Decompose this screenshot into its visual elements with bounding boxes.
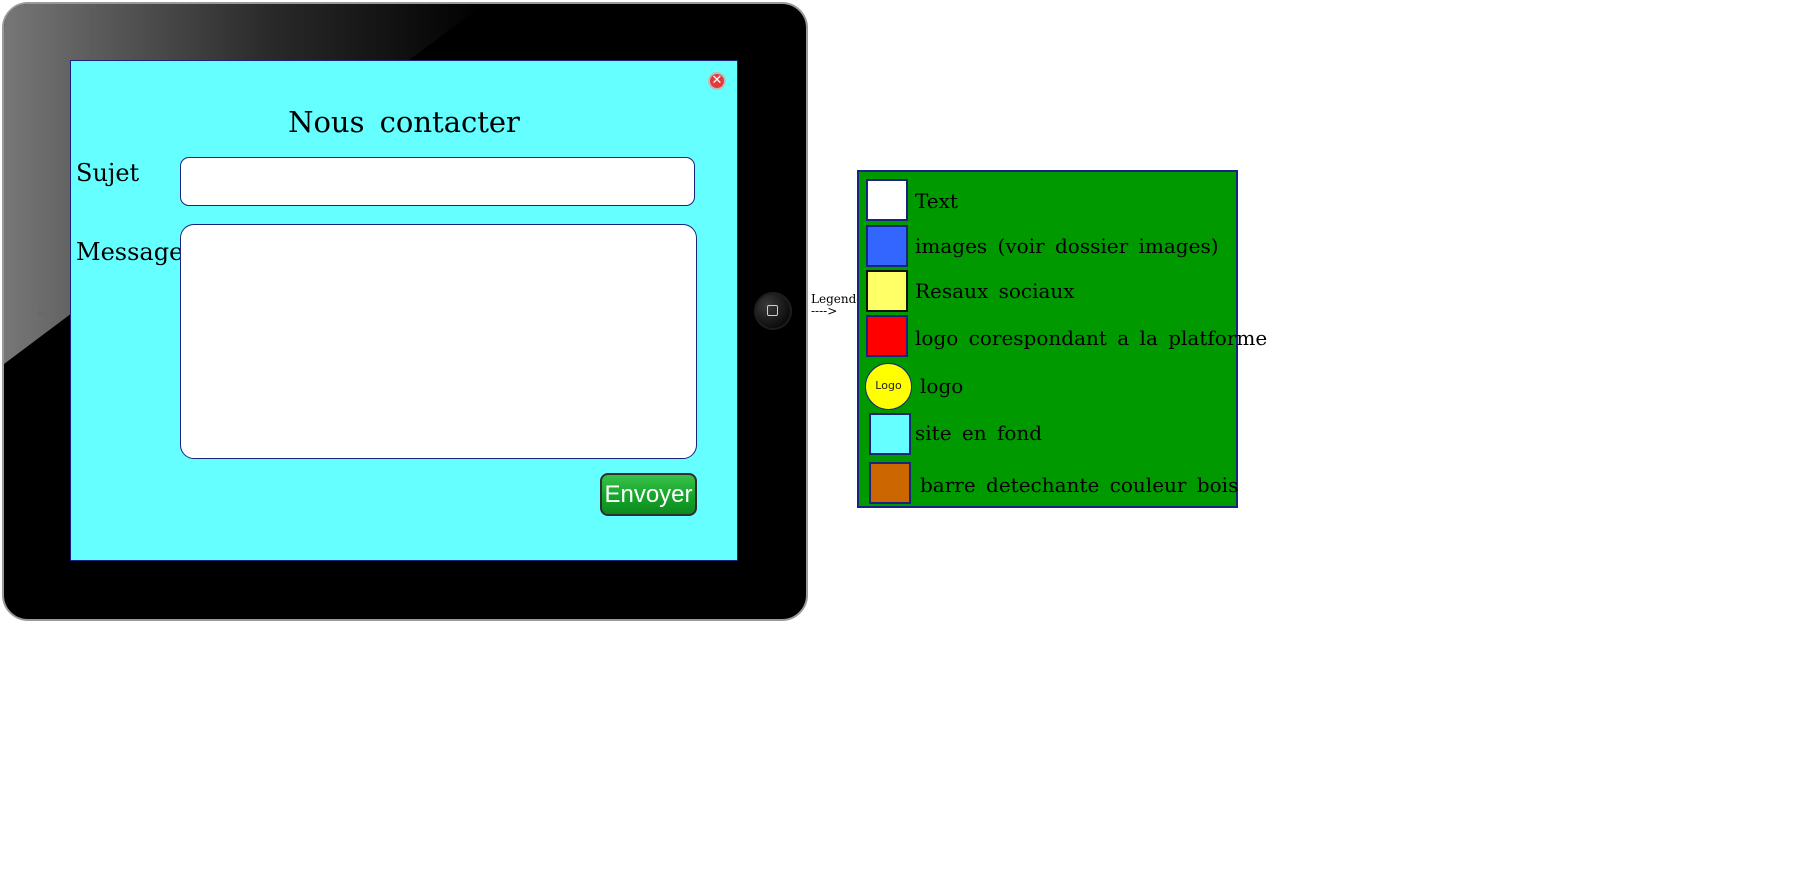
legend-swatch-text [866,179,908,221]
subject-label: Sujet [76,159,140,187]
home-button[interactable] [754,292,792,330]
legend-label-platform-logo: logo corespondant a la platforme [915,326,1268,350]
legend-logo-badge: Logo [865,363,912,410]
legend-swatch-wood-bar [869,462,911,504]
legend-label-background: site en fond [915,421,1043,445]
home-square-icon [767,305,778,316]
legend-panel: Text images (voir dossier images) Resaux… [857,170,1267,508]
contact-form-screen: ✕ Nous contacter Sujet Message Envoyer [70,60,738,561]
legend-label-social: Resaux sociaux [915,279,1075,303]
legend-swatch-background [869,413,911,455]
legend-label-images: images (voir dossier images) [915,234,1219,258]
legend-swatch-platform-logo [866,315,908,357]
page-title: Nous contacter [288,105,520,139]
legend-pointer-arrow: ----> [811,304,838,318]
send-button[interactable]: Envoyer [600,473,697,516]
legend-label-logo: logo [920,374,964,398]
camera-icon [37,310,44,317]
message-label: Message [76,238,184,266]
message-textarea[interactable] [180,224,697,459]
legend-label-wood-bar: barre detechante couleur bois [920,473,1239,497]
close-icon[interactable]: ✕ [708,72,726,90]
legend-label-text: Text [915,189,958,213]
legend-swatch-social [866,270,908,312]
legend-swatch-images [866,225,908,267]
legend-pointer: Legende ----> [811,293,863,317]
subject-input[interactable] [180,157,695,206]
